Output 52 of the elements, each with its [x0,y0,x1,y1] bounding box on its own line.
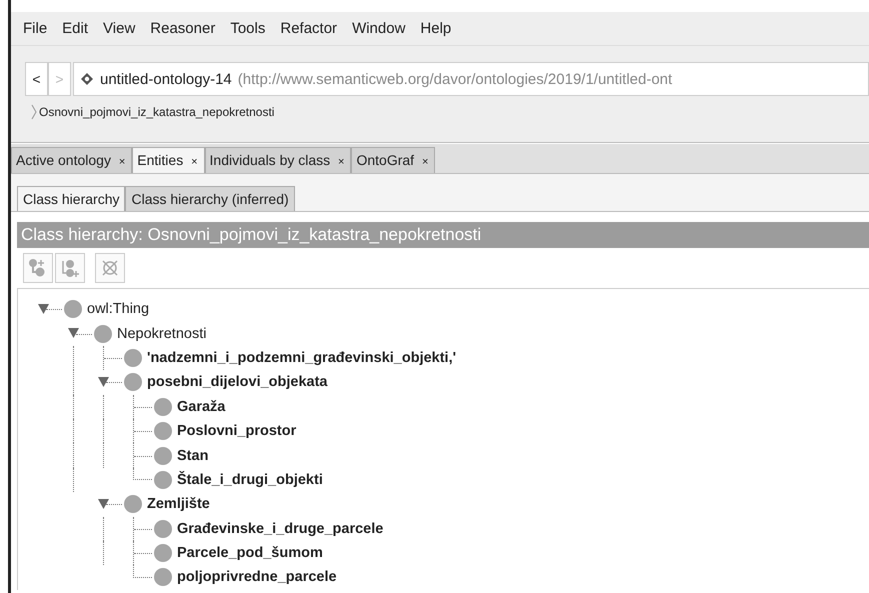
breadcrumb[interactable]: Osnovni_pojmovi_iz_katastra_nepokretnosti [39,105,274,119]
class-label[interactable]: Stan [177,448,208,464]
delete-icon [100,258,120,278]
class-icon [124,495,142,514]
menu-item[interactable]: Help [414,20,460,37]
class-icon [124,373,142,392]
class-label[interactable]: poljoprivredne_parcele [177,569,337,586]
tab[interactable]: Entities × [132,147,205,173]
class-icon [154,520,172,538]
expand-icon[interactable] [38,304,49,314]
diamond-icon [80,72,94,86]
expand-icon[interactable] [98,499,109,510]
class-icon [124,348,142,367]
ontology-field[interactable]: untitled-ontology-14 (http://www.semanticweb.org/davor/ontologies/2019/1/untitled-ont [73,62,869,96]
menu-item[interactable]: Window [346,20,414,37]
class-icon [154,470,172,489]
class-label[interactable]: Štale_i_drugi_objekti [177,472,323,488]
menu-item[interactable]: Reasoner [144,20,224,37]
tab[interactable]: Individuals by class × [204,147,352,173]
menu-item[interactable]: View [97,20,144,37]
class-label[interactable]: 'nadzemni_i_podzemni_građevinski_objekti,' [147,350,456,366]
class-icon [154,398,172,416]
ontology-iri: (http://www.semanticweb.org/davor/ontologies/2019/1/untitled-ont [238,70,672,88]
class-label[interactable]: Parcele_pod_šumom [177,545,323,562]
chevron-icon [31,104,37,120]
tab[interactable]: OntoGraf × [351,147,436,173]
class-label[interactable]: Građevinske_i_druge_parcele [177,520,384,537]
class-label[interactable]: posebni_dijelovi_objekata [147,374,328,390]
tab[interactable]: Active ontology × [11,147,132,173]
add-sibling-icon [60,258,80,278]
class-label[interactable]: owl:Thing [87,301,150,318]
expand-icon[interactable] [98,377,109,388]
class-icon [154,544,172,562]
class-icon [154,446,172,465]
class-icon [154,422,172,440]
tab[interactable]: Class hierarchy [17,186,126,211]
class-label[interactable]: Zemljište [147,496,210,512]
menu-item[interactable]: Tools [224,20,274,37]
nav-button[interactable]: < [25,62,48,96]
panel-title: Class hierarchy: Osnovni_pojmovi_iz_katastra_nepokretnosti [17,222,869,248]
class-icon [94,324,112,343]
class-label[interactable]: Garaža [177,398,226,415]
ontology-name: untitled-ontology-14 [100,70,232,88]
menu-item[interactable]: Refactor [274,20,346,37]
class-label[interactable]: Nepokretnosti [117,326,206,342]
class-icon [64,300,82,318]
class-icon [154,568,172,586]
menu-item[interactable]: Edit [56,20,98,37]
expand-icon[interactable] [68,328,79,338]
menu-item[interactable]: File [17,20,56,37]
tab[interactable]: Class hierarchy (inferred) [125,186,295,211]
class-label[interactable]: Poslovni_prostor [177,423,296,440]
